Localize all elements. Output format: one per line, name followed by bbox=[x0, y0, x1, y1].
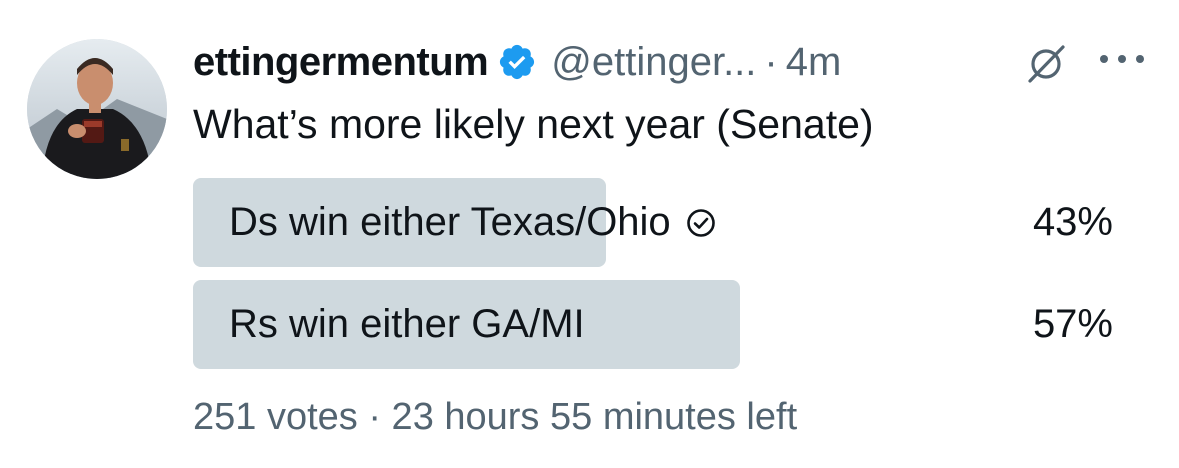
user-handle[interactable]: @ettinger... bbox=[551, 40, 756, 85]
verified-badge-icon bbox=[500, 44, 535, 80]
timestamp[interactable]: 4m bbox=[786, 40, 842, 85]
poll-option-text: Ds win either Texas/Ohio bbox=[229, 200, 671, 244]
tweet-header: ettingermentum @ettinger... · 4m bbox=[193, 38, 841, 86]
poll-option-text: Rs win either GA/MI bbox=[229, 302, 585, 346]
poll-option-1: Ds win either Texas/Ohio 43% bbox=[193, 178, 1113, 267]
poll-option-percent: 57% bbox=[1032, 302, 1113, 346]
display-name[interactable]: ettingermentum bbox=[193, 40, 489, 85]
avatar[interactable] bbox=[27, 39, 167, 179]
tweet-text: What’s more likely next year (Senate) bbox=[193, 101, 874, 147]
check-circle-icon bbox=[686, 208, 715, 237]
poll-footer: 251 votes · 23 hours 55 minutes left bbox=[193, 396, 798, 438]
more-dots-icon[interactable] bbox=[1100, 48, 1144, 70]
grok-slash-icon[interactable] bbox=[1024, 42, 1068, 86]
poll-option-label: Rs win either GA/MI bbox=[229, 280, 585, 369]
poll-option-2: Rs win either GA/MI 57% bbox=[193, 280, 1113, 369]
poll-option-label: Ds win either Texas/Ohio bbox=[229, 178, 717, 267]
poll-option-percent: 43% bbox=[1032, 200, 1113, 244]
separator-dot: · bbox=[764, 39, 778, 84]
